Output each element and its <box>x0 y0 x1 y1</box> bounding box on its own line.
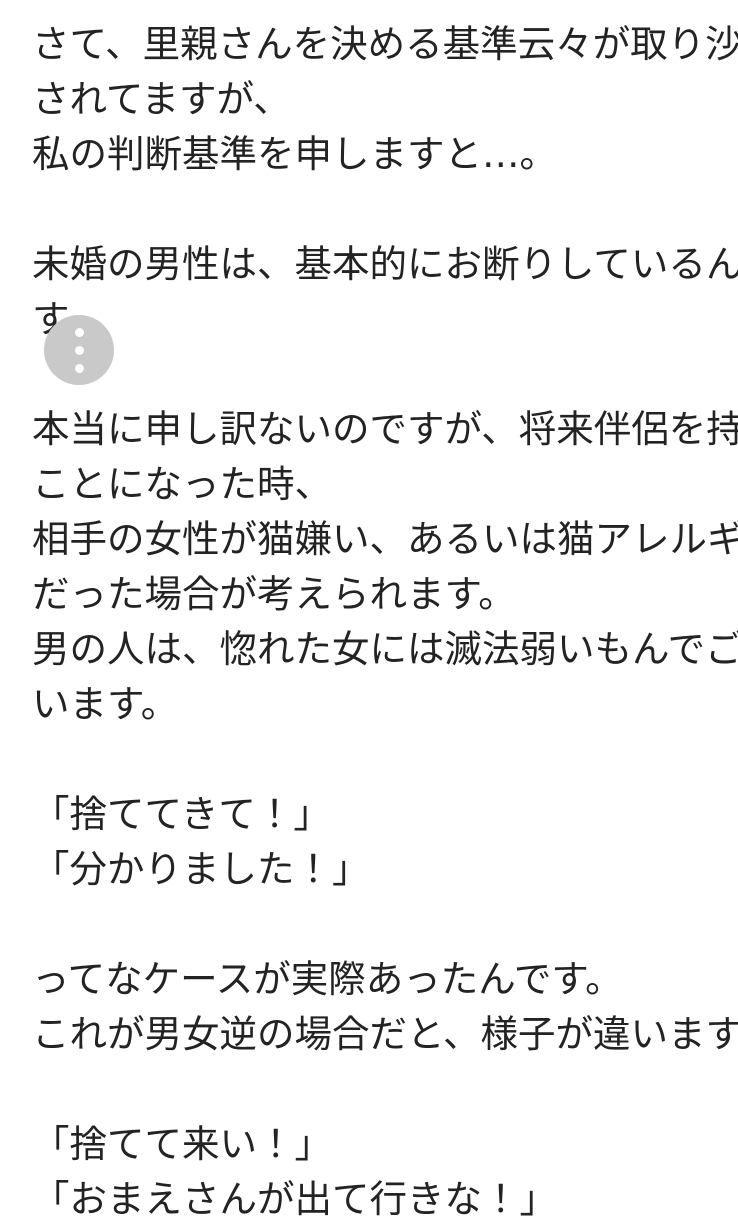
text-line-blank <box>32 732 722 787</box>
text-line: 本当に申し訳ないのですが、将来伴侶を持つ <box>32 407 738 451</box>
text-line: 「捨ててきて！」 <box>32 792 331 836</box>
kebab-dot-middle <box>74 345 84 355</box>
text-line-blank <box>32 347 722 402</box>
kebab-dot-top <box>74 327 84 337</box>
text-line: 相手の女性が猫嫌い、あるいは猫アレルギー <box>32 517 738 561</box>
text-line: ことになった時、 <box>32 462 332 506</box>
text-line: これが男女逆の場合だと、様子が違います。 <box>32 1012 738 1056</box>
text-line-blank <box>32 1062 722 1117</box>
text-line: います。 <box>32 682 179 726</box>
post-surface: さて、里親さんを決める基準云々が取り沙汰 されてますが、私の判断基準を申しますと…… <box>0 0 738 1221</box>
text-line-blank <box>32 897 722 952</box>
article-body: さて、里親さんを決める基準云々が取り沙汰 されてますが、私の判断基準を申しますと…… <box>32 17 738 1227</box>
text-line: 男の人は、惚れた女には滅法弱いもんでござ <box>32 627 738 671</box>
text-line: 私の判断基準を申しますと…。 <box>32 132 557 176</box>
text-line: 「分かりました！」 <box>32 847 370 891</box>
text-line: さて、里親さんを決める基準云々が取り沙汰 <box>32 22 738 66</box>
text-line: 未婚の男性は、基本的にお断りしているんで <box>32 242 738 286</box>
text-line: されてますが、 <box>32 77 291 121</box>
kebab-menu-icon <box>74 327 84 373</box>
text-line: 「捨てて来い！」 <box>32 1122 332 1166</box>
kebab-dot-bottom <box>74 363 84 373</box>
text-line: だった場合が考えられます。 <box>32 572 516 616</box>
text-line-blank <box>32 182 722 237</box>
text-line: す。 <box>32 292 722 347</box>
more-options-button[interactable] <box>44 315 114 385</box>
text-line: ってなケースが実際あったんです。 <box>32 957 623 1001</box>
